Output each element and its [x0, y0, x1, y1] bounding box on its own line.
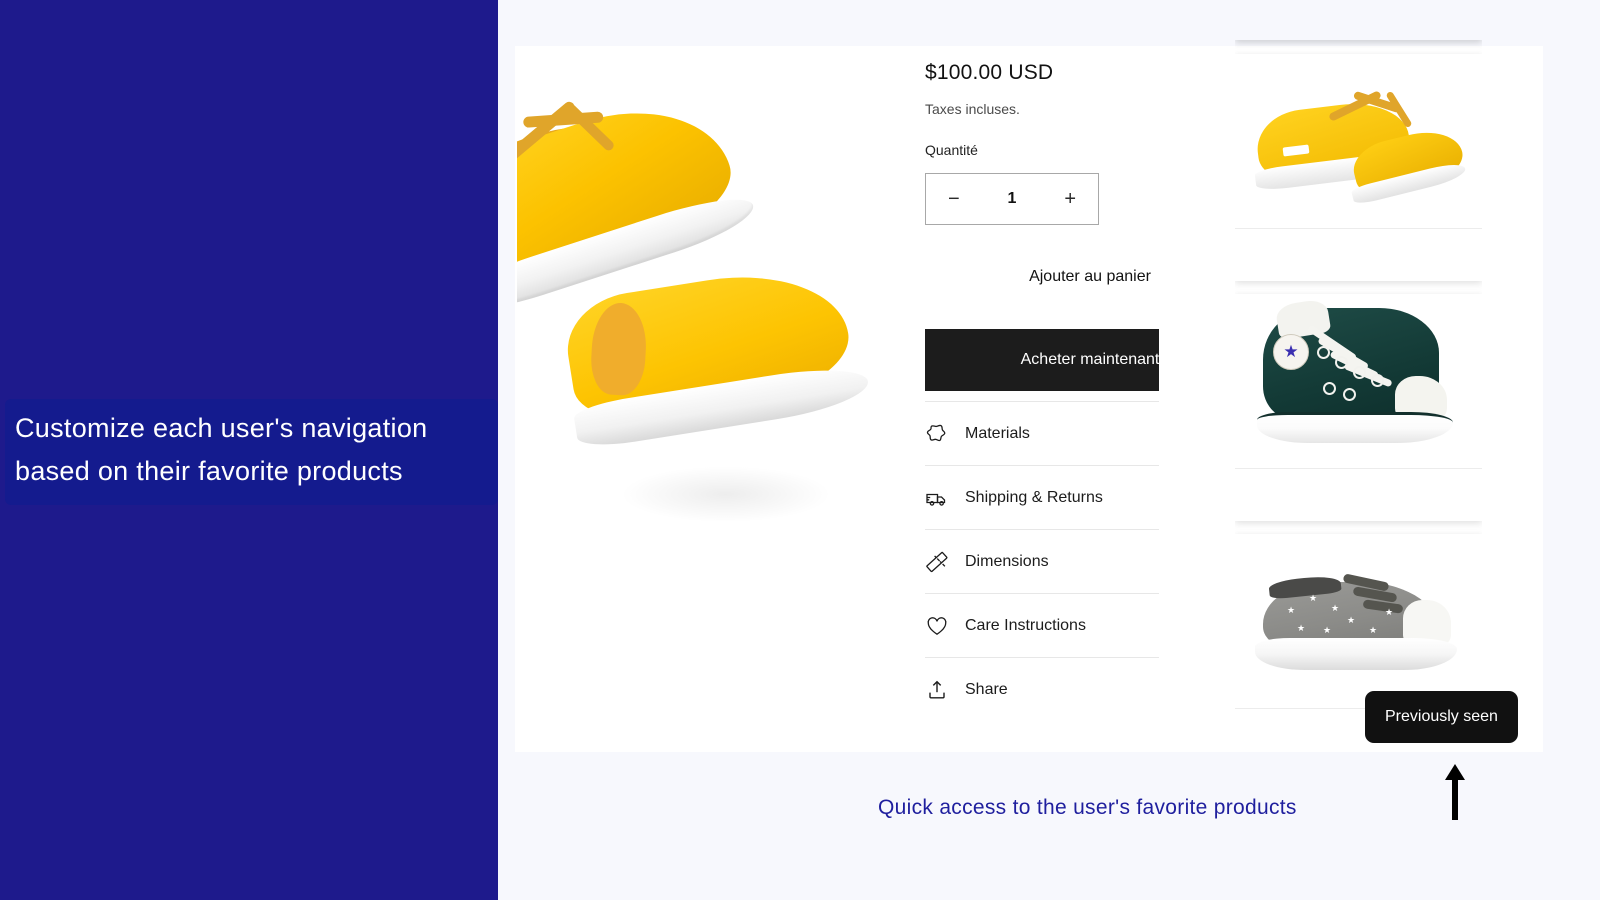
share-button[interactable]: Share: [925, 657, 1159, 721]
left-annotation-panel: Customize each user's navigation based o…: [0, 0, 498, 900]
accordion-label: Dimensions: [965, 552, 1049, 570]
accordion-label: Shipping & Returns: [965, 488, 1103, 506]
arrow-up-icon: [1445, 764, 1465, 820]
bottom-annotation-text: Quick access to the user's favorite prod…: [878, 796, 1297, 819]
thumbnail-card-yellow[interactable]: [1235, 54, 1482, 281]
accordion-row-shipping[interactable]: Shipping & Returns: [925, 465, 1159, 529]
leather-hide-icon: [926, 424, 946, 441]
product-main-image[interactable]: [517, 47, 877, 544]
tax-note: Taxes incluses.: [925, 101, 1020, 117]
thumbnail-image-gray-star-sneaker: ★ ★ ★ ★ ★ ★ ★ ★: [1235, 534, 1482, 709]
accordion-row-care[interactable]: Care Instructions: [925, 593, 1159, 657]
product-price: $100.00 USD: [925, 61, 1054, 84]
callout-line-2: based on their favorite products: [15, 456, 403, 486]
ruler-icon: [926, 551, 948, 572]
store-page-area: $100.00 USD Taxes incluses. Quantité − 1…: [498, 0, 1600, 900]
share-label: Share: [965, 680, 1008, 698]
accordion-row-dimensions[interactable]: Dimensions: [925, 529, 1159, 593]
left-callout-banner: Customize each user's navigation based o…: [5, 399, 498, 505]
favorites-thumbnail-rail[interactable]: ★ ★ ★ ★ ★ ★ ★ ★: [1235, 40, 1482, 752]
quantity-label: Quantité: [925, 142, 978, 158]
quantity-increase-button[interactable]: +: [1064, 189, 1076, 209]
product-photo: [517, 47, 877, 544]
quantity-decrease-button[interactable]: −: [948, 189, 960, 209]
heart-icon: [927, 616, 947, 635]
callout-line-1: Customize each user's navigation: [15, 413, 428, 443]
thumbnail-caption: [1235, 229, 1482, 281]
thumbnail-caption: [1235, 469, 1482, 521]
quantity-value[interactable]: 1: [1008, 190, 1017, 208]
thumbnail-card-green[interactable]: [1235, 294, 1482, 521]
accordion-label: Materials: [965, 424, 1030, 442]
add-to-cart-button[interactable]: Ajouter au panier: [925, 251, 1159, 303]
purchase-buttons: Ajouter au panier Acheter maintenant: [925, 251, 1159, 426]
accordion-label: Care Instructions: [965, 616, 1086, 634]
accordion-row-materials[interactable]: Materials: [925, 401, 1159, 465]
truck-icon: [926, 493, 946, 506]
product-accordion: Materials Shipping & Returns Dimensions …: [925, 401, 1159, 721]
share-upload-icon: [929, 680, 945, 698]
thumbnail-image-green-hightop: [1235, 294, 1482, 469]
previously-seen-tooltip: Previously seen: [1365, 691, 1518, 743]
quantity-stepper[interactable]: − 1 +: [925, 173, 1099, 225]
buy-now-button[interactable]: Acheter maintenant: [925, 329, 1159, 391]
thumbnail-image-yellow-sneakers: [1235, 54, 1482, 229]
